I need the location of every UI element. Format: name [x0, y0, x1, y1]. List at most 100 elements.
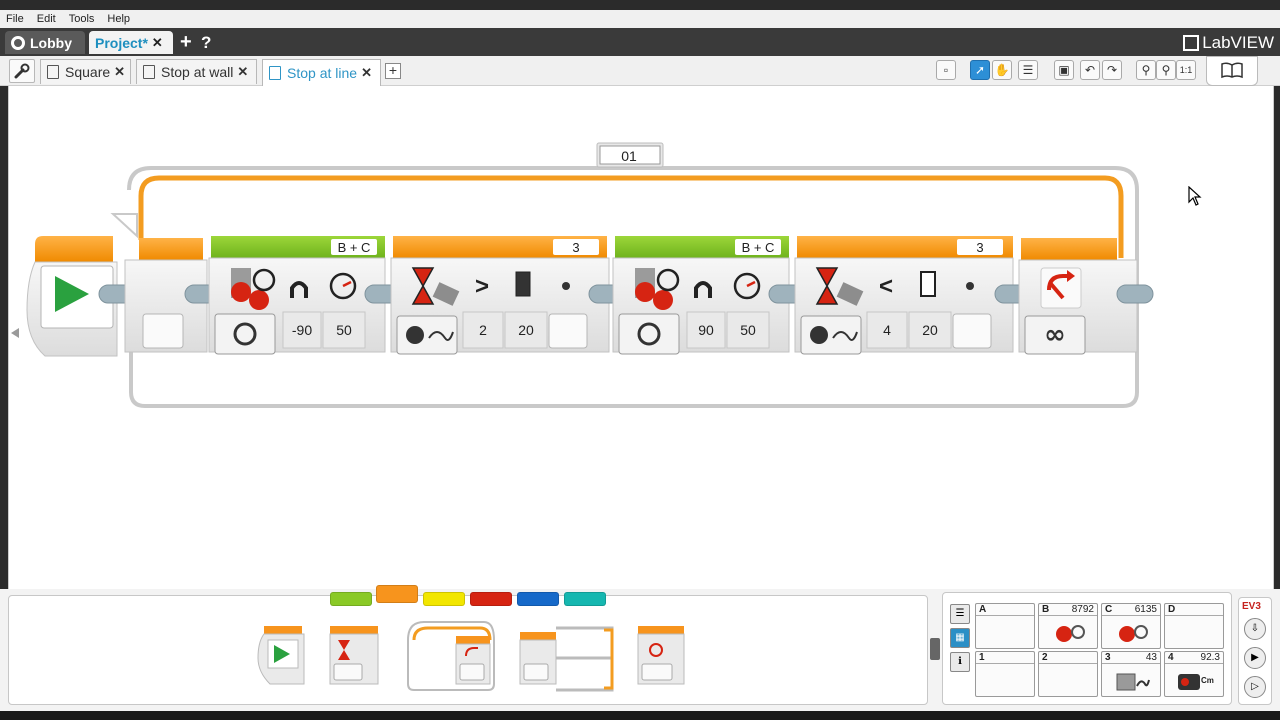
add-program-button[interactable]: +	[385, 63, 401, 79]
labview-label: LabVIEW	[1202, 33, 1274, 52]
color-sensor-icon	[1116, 673, 1150, 691]
close-tab-icon[interactable]: ✕	[237, 64, 248, 80]
hardware-collapse-button[interactable]	[930, 638, 940, 660]
window-bottom-border	[0, 711, 1280, 720]
steering-value: 90	[698, 322, 714, 338]
book-icon	[1221, 62, 1243, 79]
program-icon	[269, 66, 281, 80]
palette-tab-action[interactable]	[330, 592, 372, 606]
program-icon	[47, 65, 59, 79]
palette-tab-advanced[interactable]	[517, 592, 559, 606]
port-name: C	[1105, 604, 1113, 615]
tab-stop-at-wall-label: Stop at wall	[161, 64, 234, 80]
select-pointer-icon[interactable]: ➚	[970, 60, 990, 80]
motor-ports: B + C	[338, 240, 371, 255]
menu-bar: File Edit Tools Help	[0, 10, 1280, 28]
help-button[interactable]: ?	[201, 33, 211, 53]
threshold-value: 2	[479, 322, 487, 338]
available-bricks-tab[interactable]: ℹ	[950, 652, 970, 672]
project-properties-button[interactable]	[9, 59, 35, 83]
menu-tools[interactable]: Tools	[69, 13, 95, 25]
compare-operator: <	[879, 273, 893, 300]
download-icon[interactable]: ⇩	[1244, 618, 1266, 640]
pan-hand-icon[interactable]: ✋	[992, 60, 1012, 80]
port-value: 43	[1145, 652, 1157, 663]
collapse-arrow-icon	[11, 328, 19, 338]
large-motor-icon	[1119, 625, 1148, 642]
mode-compare-icon	[406, 326, 424, 344]
tab-square[interactable]: Square ✕	[40, 59, 131, 84]
light-value: 20	[518, 322, 534, 338]
brick-info-tab[interactable]: ☰	[950, 604, 970, 624]
tab-stop-at-line-label: Stop at line	[287, 65, 358, 81]
menu-help[interactable]: Help	[107, 13, 130, 25]
port-value: 8792	[1071, 604, 1094, 615]
run-selected-icon[interactable]: ▷	[1244, 676, 1266, 698]
program-diagram: 01 B + C -90 50 3 > 2 20 B + C 90 50 3 <…	[11, 142, 1154, 408]
mouse-pointer-icon	[1188, 186, 1202, 206]
port-b: B 8792	[1038, 603, 1098, 649]
new-comment-button[interactable]: ▫	[936, 60, 956, 80]
move-steering-block-1: B + C -90 50	[208, 236, 386, 355]
threshold-value: 4	[883, 322, 891, 338]
loop-block-icon	[407, 621, 495, 691]
port-name: 2	[1042, 652, 1048, 663]
move-steering-block-2: B + C 90 50	[612, 236, 790, 355]
palette-tab-sensor[interactable]	[423, 592, 465, 606]
light-icon	[562, 282, 570, 290]
comment-icon[interactable]: ☰	[1018, 60, 1038, 80]
palette-tab-my-blocks[interactable]	[564, 592, 606, 606]
ev3-label: EV3	[1242, 601, 1261, 612]
palette-tab-flow-control[interactable]	[376, 585, 418, 603]
light-icon	[966, 282, 974, 290]
reflected-light-dark-icon	[515, 271, 531, 297]
port-view-tab[interactable]: ▦	[950, 628, 970, 648]
undo-icon[interactable]: ↶	[1080, 60, 1100, 80]
labview-logo: LabVIEW	[1183, 33, 1274, 53]
tab-stop-at-wall[interactable]: Stop at wall ✕	[136, 59, 257, 84]
wrench-icon	[14, 63, 30, 79]
lobby-tab[interactable]: Lobby	[5, 31, 85, 54]
close-project-icon[interactable]: ✕	[152, 35, 163, 51]
content-editor-button[interactable]	[1206, 56, 1258, 86]
add-project-button[interactable]: +	[180, 32, 192, 52]
lobby-label: Lobby	[30, 34, 72, 51]
tab-stop-at-line[interactable]: Stop at line ✕	[262, 59, 381, 86]
port-name: 4	[1168, 652, 1174, 663]
download-and-run-icon[interactable]: ▶	[1244, 647, 1266, 669]
port-value: 92.3	[1200, 652, 1220, 663]
wait-light-block-1: 3 > 2 20	[390, 236, 610, 355]
wait-light-block-2: 3 < 4 20	[794, 236, 1014, 355]
sensor-port: 3	[976, 240, 983, 255]
zoom-in-icon[interactable]: ⚲	[1156, 60, 1176, 80]
palette-tab-data[interactable]	[470, 592, 512, 606]
port-4: 4 92.3 Cm	[1164, 651, 1224, 697]
project-tab[interactable]: Project* ✕	[89, 31, 173, 54]
redo-icon[interactable]: ↷	[1102, 60, 1122, 80]
close-tab-icon[interactable]: ✕	[114, 64, 125, 80]
reflected-light-bright-icon	[920, 271, 936, 297]
power-value: 50	[740, 322, 756, 338]
port-value: 6135	[1134, 604, 1157, 615]
menu-edit[interactable]: Edit	[37, 13, 56, 25]
large-motor-icon	[1056, 625, 1085, 642]
programming-canvas[interactable]: 01 B + C -90 50 3 > 2 20 B + C 90 50 3 <…	[8, 86, 1274, 589]
start-block-icon	[257, 626, 305, 685]
power-value: 50	[336, 322, 352, 338]
switch-block-icon	[519, 626, 614, 692]
steering-value: -90	[292, 322, 312, 338]
port-c: C 6135	[1101, 603, 1161, 649]
close-tab-icon[interactable]: ✕	[361, 65, 372, 81]
menu-file[interactable]: File	[6, 13, 24, 25]
port-d: D	[1164, 603, 1224, 649]
sequence-wire-end	[1116, 284, 1154, 304]
zoom-reset-button[interactable]: 1:1	[1176, 60, 1196, 80]
zoom-out-icon[interactable]: ⚲	[1136, 60, 1156, 80]
tab-square-label: Square	[65, 64, 111, 80]
lobby-icon	[11, 35, 25, 50]
port-name: B	[1042, 604, 1050, 615]
project-bar: Lobby Project* ✕ + ? LabVIEW	[0, 28, 1280, 56]
ultrasonic-unit: Cm	[1201, 676, 1214, 685]
labview-icon	[1183, 35, 1200, 51]
save-icon[interactable]: ▣	[1054, 60, 1074, 80]
